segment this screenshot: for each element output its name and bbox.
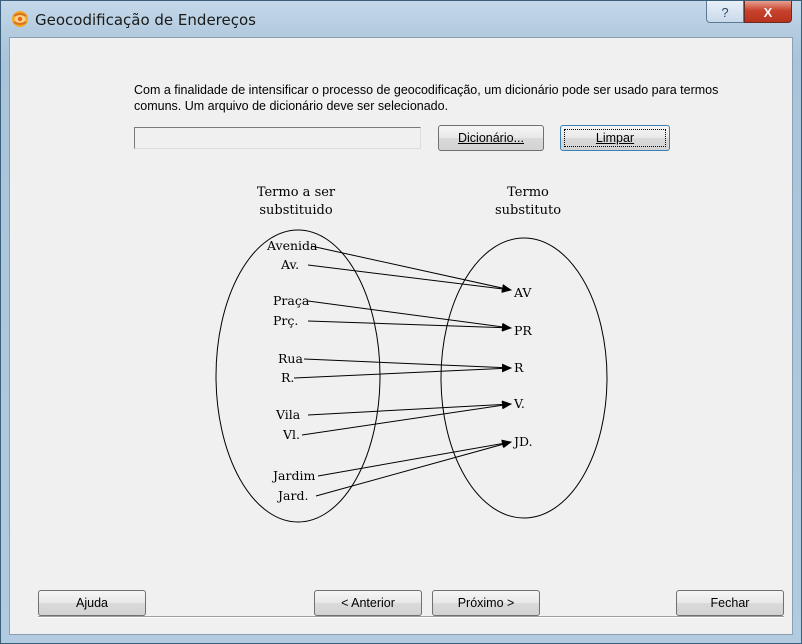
source-term-jardim: Jardim bbox=[271, 468, 315, 483]
target-term-jd: JD. bbox=[512, 434, 533, 449]
mapping-arrow bbox=[293, 364, 512, 379]
target-term-av: AV bbox=[513, 285, 532, 300]
svg-text:X: X bbox=[764, 5, 773, 20]
target-term-pr: PR bbox=[514, 323, 532, 338]
close-icon: X bbox=[764, 5, 773, 20]
dictionary-browse-button[interactable]: Dicionário... bbox=[438, 125, 544, 151]
source-term-rua: Rua bbox=[278, 351, 303, 366]
source-term-avenida: Avenida bbox=[266, 238, 318, 253]
mapping-arrow bbox=[303, 358, 512, 372]
target-term-r: R bbox=[514, 360, 524, 375]
mapping-arrow bbox=[307, 400, 512, 416]
substitution-diagram: Termo a ser substituido Termo substituto… bbox=[215, 185, 608, 523]
window-title: Geocodificação de Endereços bbox=[35, 11, 256, 29]
clear-label: Limpar bbox=[595, 131, 635, 145]
help-button[interactable]: Ajuda bbox=[38, 590, 146, 616]
mapping-arrow bbox=[307, 264, 512, 293]
close-title-button[interactable]: X bbox=[744, 1, 792, 23]
next-label: Próximo > bbox=[457, 596, 515, 610]
mapping-arrow bbox=[301, 401, 512, 436]
back-label: < Anterior bbox=[341, 596, 395, 610]
clear-button[interactable]: Limpar bbox=[560, 125, 670, 151]
title-bar: Geocodificação de Endereços ? X bbox=[1, 1, 801, 37]
help-label: Ajuda bbox=[76, 596, 108, 610]
back-button[interactable]: < Anterior bbox=[314, 590, 422, 616]
mapping-arrow bbox=[317, 439, 512, 477]
mapping-arrow bbox=[315, 440, 512, 497]
wizard-page: Com a finalidade de intensificar o proce… bbox=[9, 37, 793, 635]
source-term-vl: Vl. bbox=[282, 427, 300, 442]
dictionary-file-field[interactable] bbox=[134, 127, 421, 149]
target-term-v: V. bbox=[513, 396, 525, 411]
close-label: Fechar bbox=[710, 596, 750, 610]
right-heading-line1: Termo bbox=[507, 185, 549, 200]
source-term-praca: Praça bbox=[273, 293, 310, 308]
question-mark-icon: ? bbox=[721, 5, 728, 20]
mapping-arrow bbox=[307, 300, 512, 331]
left-heading-line1: Termo a ser bbox=[257, 185, 336, 200]
source-term-jard: Jard. bbox=[276, 488, 308, 503]
svg-text:?: ? bbox=[721, 5, 728, 20]
source-term-prc: Prç. bbox=[273, 313, 298, 328]
mapping-arrow bbox=[307, 320, 512, 332]
mapping-arrow bbox=[310, 245, 512, 292]
mapping-arrows bbox=[293, 245, 512, 497]
dictionary-description: Com a finalidade de intensificar o proce… bbox=[134, 83, 719, 113]
app-logo-icon bbox=[12, 11, 28, 27]
close-button[interactable]: Fechar bbox=[676, 590, 784, 616]
source-term-av: Av. bbox=[280, 257, 299, 272]
left-heading-line2: substituido bbox=[259, 203, 332, 218]
dictionary-browse-label: Dicionário... bbox=[458, 131, 524, 145]
next-button[interactable]: Próximo > bbox=[432, 590, 540, 616]
right-heading-line2: substituto bbox=[495, 203, 561, 218]
help-title-button[interactable]: ? bbox=[706, 1, 744, 23]
source-term-vila: Vila bbox=[275, 407, 301, 422]
footer-separator bbox=[38, 616, 784, 618]
dialog-window: Geocodificação de Endereços ? X Com a fi… bbox=[0, 0, 802, 644]
source-term-r: R. bbox=[281, 370, 294, 385]
